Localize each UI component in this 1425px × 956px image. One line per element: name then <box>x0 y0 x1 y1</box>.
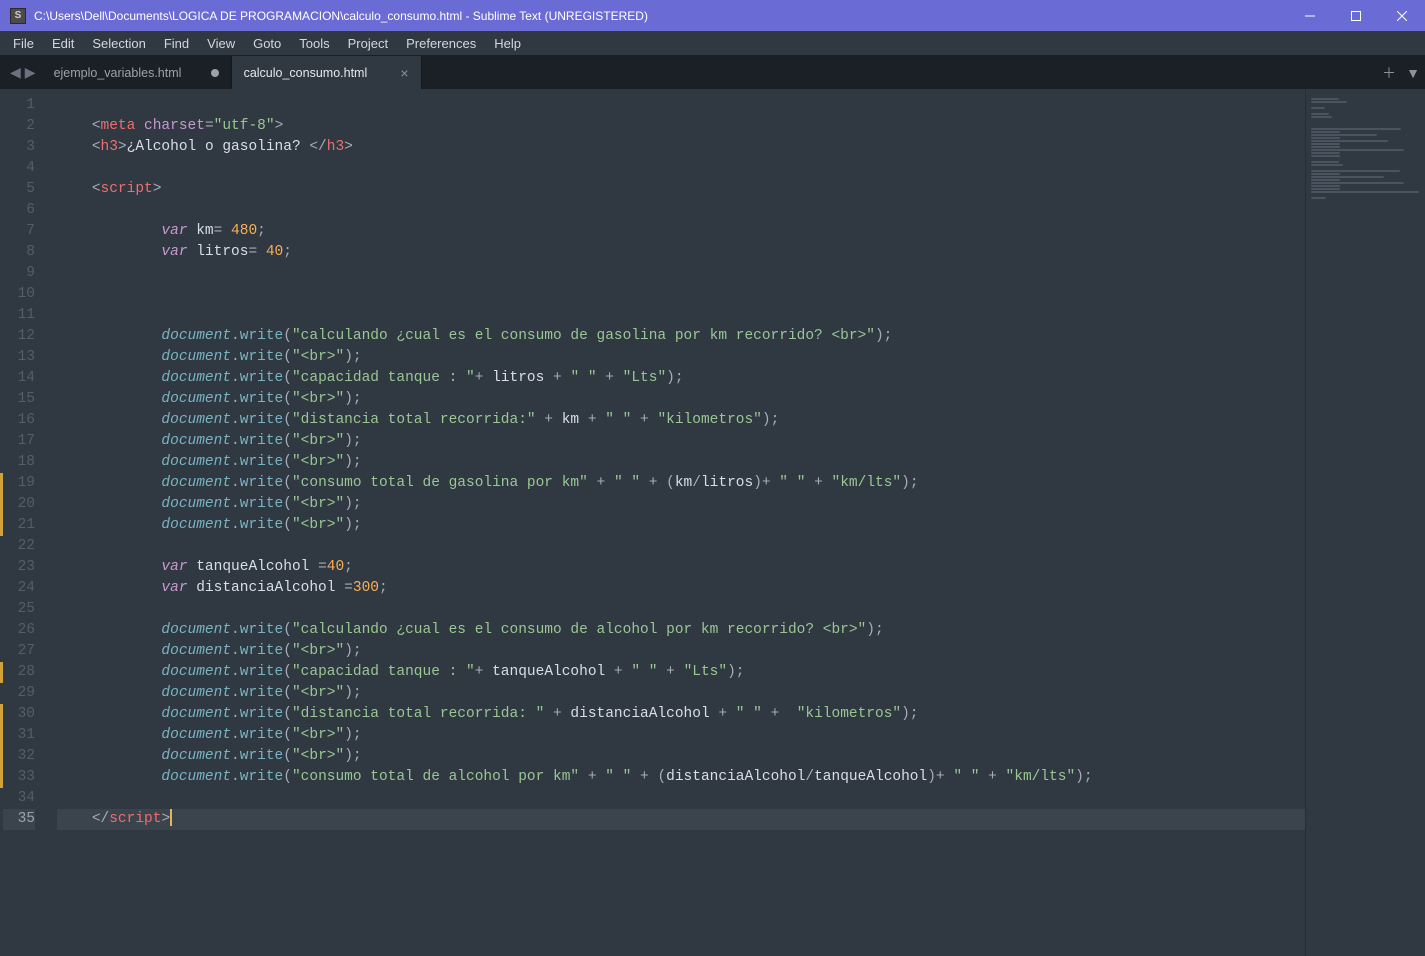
code-line-11[interactable] <box>57 305 1305 326</box>
menu-help[interactable]: Help <box>485 33 530 54</box>
code-line-20[interactable]: document.write("<br>"); <box>57 494 1305 515</box>
tab-menu-button[interactable]: ▼ <box>1401 56 1425 89</box>
code-line-1[interactable] <box>57 95 1305 116</box>
code-line-28[interactable]: document.write("capacidad tanque : "+ ta… <box>57 662 1305 683</box>
code-line-29[interactable]: document.write("<br>"); <box>57 683 1305 704</box>
minimap[interactable] <box>1305 89 1425 956</box>
window-title: C:\Users\Dell\Documents\LOGICA DE PROGRA… <box>34 9 1287 23</box>
menu-project[interactable]: Project <box>339 33 397 54</box>
code-line-5[interactable]: <script> <box>57 179 1305 200</box>
code-line-33[interactable]: document.write("consumo total de alcohol… <box>57 767 1305 788</box>
code-line-31[interactable]: document.write("<br>"); <box>57 725 1305 746</box>
code-line-34[interactable] <box>57 788 1305 809</box>
maximize-button[interactable] <box>1333 0 1379 31</box>
code-line-18[interactable]: document.write("<br>"); <box>57 452 1305 473</box>
menu-goto[interactable]: Goto <box>244 33 290 54</box>
code-line-19[interactable]: document.write("consumo total de gasolin… <box>57 473 1305 494</box>
code-view[interactable]: <meta charset="utf-8"> <h3>¿Alcohol o ga… <box>45 89 1305 956</box>
editor-area[interactable]: 1234567891011121314151617181920212223242… <box>0 89 1425 956</box>
code-line-32[interactable]: document.write("<br>"); <box>57 746 1305 767</box>
text-cursor <box>170 809 172 826</box>
code-line-16[interactable]: document.write("distancia total recorrid… <box>57 410 1305 431</box>
code-line-27[interactable]: document.write("<br>"); <box>57 641 1305 662</box>
code-line-9[interactable] <box>57 263 1305 284</box>
menu-preferences[interactable]: Preferences <box>397 33 485 54</box>
tab-ejemplo_variables-html[interactable]: ejemplo_variables.html <box>42 56 232 89</box>
history-back-icon[interactable]: ◀ <box>10 64 21 81</box>
code-line-3[interactable]: <h3>¿Alcohol o gasolina? </h3> <box>57 137 1305 158</box>
code-line-6[interactable] <box>57 200 1305 221</box>
menu-tools[interactable]: Tools <box>290 33 338 54</box>
code-line-35[interactable]: </script> <box>57 809 1305 830</box>
code-line-10[interactable] <box>57 284 1305 305</box>
minimize-button[interactable] <box>1287 0 1333 31</box>
line-number-gutter: 1234567891011121314151617181920212223242… <box>3 89 45 956</box>
menu-file[interactable]: File <box>4 33 43 54</box>
code-line-12[interactable]: document.write("calculando ¿cual es el c… <box>57 326 1305 347</box>
tab-row: ◀ ▶ ejemplo_variables.html calculo_consum… <box>0 56 1425 89</box>
close-button[interactable] <box>1379 0 1425 31</box>
menu-edit[interactable]: Edit <box>43 33 83 54</box>
code-line-25[interactable] <box>57 599 1305 620</box>
tab-label: calculo_consumo.html <box>244 66 368 80</box>
code-line-24[interactable]: var distanciaAlcohol =300; <box>57 578 1305 599</box>
menu-selection[interactable]: Selection <box>83 33 154 54</box>
code-line-17[interactable]: document.write("<br>"); <box>57 431 1305 452</box>
code-line-23[interactable]: var tanqueAlcohol =40; <box>57 557 1305 578</box>
menu-find[interactable]: Find <box>155 33 198 54</box>
code-line-26[interactable]: document.write("calculando ¿cual es el c… <box>57 620 1305 641</box>
app-icon: S <box>10 8 26 24</box>
menubar: FileEditSelectionFindViewGotoToolsProjec… <box>0 31 1425 56</box>
code-line-7[interactable]: var km= 480; <box>57 221 1305 242</box>
code-line-4[interactable] <box>57 158 1305 179</box>
code-line-8[interactable]: var litros= 40; <box>57 242 1305 263</box>
tab-close-icon[interactable]: × <box>400 66 408 80</box>
code-line-21[interactable]: document.write("<br>"); <box>57 515 1305 536</box>
history-forward-icon[interactable]: ▶ <box>25 64 36 81</box>
new-tab-button[interactable]: ＋ <box>1377 56 1401 89</box>
code-line-2[interactable]: <meta charset="utf-8"> <box>57 116 1305 137</box>
code-line-14[interactable]: document.write("capacidad tanque : "+ li… <box>57 368 1305 389</box>
window-titlebar: S C:\Users\Dell\Documents\LOGICA DE PROG… <box>0 0 1425 31</box>
menu-view[interactable]: View <box>198 33 244 54</box>
code-line-30[interactable]: document.write("distancia total recorrid… <box>57 704 1305 725</box>
code-line-13[interactable]: document.write("<br>"); <box>57 347 1305 368</box>
dirty-indicator-icon <box>211 69 219 77</box>
tab-label: ejemplo_variables.html <box>54 66 182 80</box>
code-line-22[interactable] <box>57 536 1305 557</box>
tab-calculo_consumo-html[interactable]: calculo_consumo.html × <box>232 56 422 89</box>
modified-gutter <box>0 89 3 956</box>
code-line-15[interactable]: document.write("<br>"); <box>57 389 1305 410</box>
